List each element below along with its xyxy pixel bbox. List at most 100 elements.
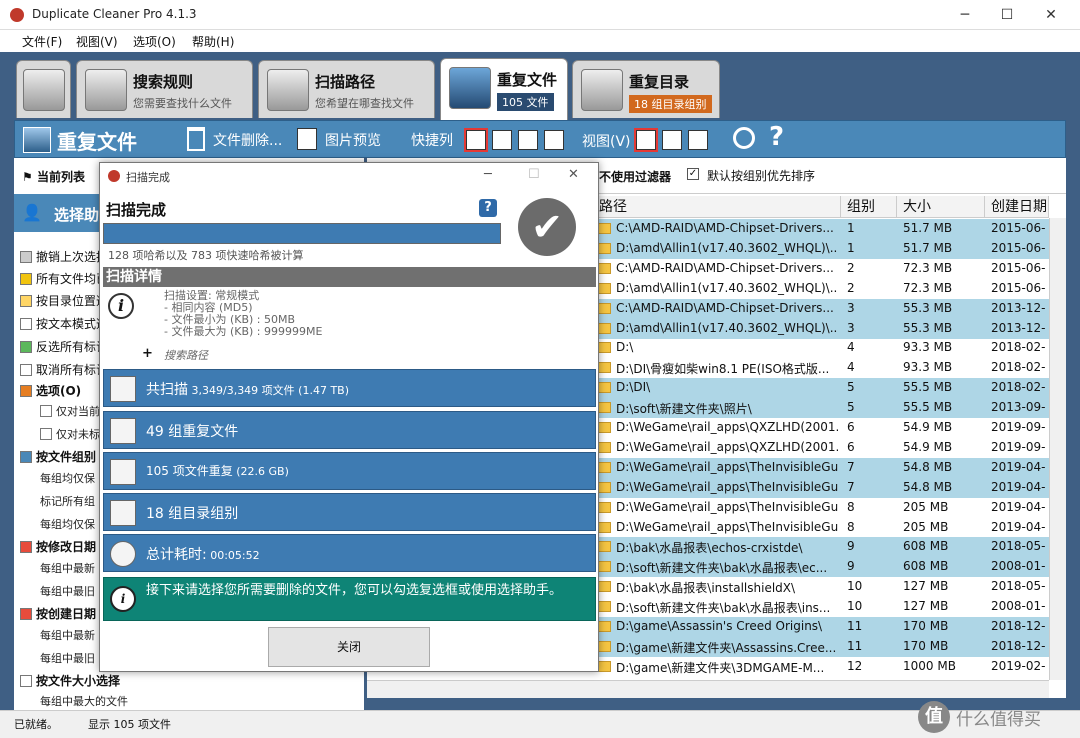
progress-text: 128 项哈希以及 783 项快速哈希被计算	[108, 249, 304, 262]
cell-size: 170 MB	[903, 638, 949, 653]
column-header-created[interactable]: 创建日期	[985, 196, 1049, 218]
column-header-size[interactable]: 大小	[897, 196, 985, 218]
all-files-item[interactable]: 所有文件均已	[20, 270, 108, 287]
cell-size: 54.8 MB	[903, 479, 953, 494]
cell-size: 608 MB	[903, 539, 949, 554]
dialog-close-icon[interactable]: ✕	[568, 167, 579, 182]
vertical-scrollbar[interactable]	[1049, 218, 1066, 680]
summary-text: 共扫描 3,349/3,349 项文件 (1.47 TB)	[146, 379, 349, 399]
undo-selection-item[interactable]: 撤销上次选择	[20, 248, 108, 265]
column-header-path[interactable]: 路径	[593, 196, 841, 218]
cell-date: 2019-02-	[991, 658, 1046, 673]
cell-size: 205 MB	[903, 519, 949, 534]
no-filter-label[interactable]: 不使用过滤器	[599, 168, 671, 185]
by-text-item[interactable]: 按文本模式选	[20, 315, 108, 332]
cell-path: D:\	[616, 340, 634, 355]
cell-group: 7	[847, 459, 855, 474]
options-item[interactable]: 选项(O)	[20, 382, 81, 399]
view-list-button[interactable]	[634, 128, 658, 152]
cell-size: 51.7 MB	[903, 240, 953, 255]
cell-path: C:\AMD-RAID\AMD-Chipset-Drivers...	[616, 260, 834, 275]
view-menu-label[interactable]: 视图(V)	[582, 131, 631, 151]
expand-plus-icon[interactable]: +	[142, 346, 153, 361]
column-header-group[interactable]: 组别	[841, 196, 897, 218]
menu-bar: 文件(F) 视图(V) 选项(O) 帮助(H)	[0, 30, 1080, 52]
item-label: 按文件组别	[36, 450, 97, 464]
calendar-icon	[20, 541, 32, 553]
by-created-date-item[interactable]: 按创建日期	[20, 605, 96, 622]
sub-item[interactable]: 每组均仅保	[40, 516, 95, 532]
checkbox[interactable]	[40, 428, 52, 440]
by-group-item[interactable]: 按文件组别	[20, 448, 96, 465]
quick-column-image-button[interactable]	[518, 130, 538, 150]
only-unmarked-checkbox[interactable]: 仅对未标	[40, 426, 100, 442]
image-preview-button[interactable]: 图片预览	[325, 130, 381, 150]
by-location-item[interactable]: 按目录位置选	[20, 292, 108, 309]
sort-by-group-checkbox[interactable]: ✓	[687, 168, 699, 180]
menu-options[interactable]: 选项(O)	[133, 33, 176, 50]
by-size-item[interactable]: 按文件大小选择	[20, 672, 120, 689]
sub-item[interactable]: 每组中最旧	[40, 583, 95, 599]
home-icon	[23, 69, 65, 111]
quick-column-grid-button[interactable]	[464, 128, 488, 152]
cell-size: 608 MB	[903, 559, 949, 574]
sub-item[interactable]: 每组均仅保	[40, 470, 95, 486]
sub-item[interactable]: 每组中最新	[40, 560, 95, 576]
search-paths-link[interactable]: 搜索路径	[164, 347, 208, 363]
item-label: 按目录位置选	[36, 294, 109, 308]
only-current-checkbox[interactable]: 仅对当前	[40, 403, 100, 419]
tab-search-rules[interactable]: 搜索规则 您需要查找什么文件	[76, 60, 253, 118]
cell-date: 2019-04-	[991, 519, 1046, 534]
search-icon[interactable]	[733, 127, 755, 149]
image-preview-icon	[297, 128, 317, 150]
scan-complete-dialog: 扫描完成 ─ ☐ ✕ 扫描完成 ? 128 项哈希以及 783 项快速哈希被计算…	[99, 162, 599, 672]
close-dialog-button[interactable]: 关闭	[268, 627, 430, 667]
dialog-maximize-button[interactable]: ☐	[528, 167, 540, 182]
dialog-minimize-button[interactable]: ─	[484, 167, 492, 182]
cell-path: D:\WeGame\rail_apps\TheInvisibleGu...	[616, 479, 838, 494]
help-button[interactable]: ?	[769, 122, 784, 152]
cell-date: 2019-04-	[991, 479, 1046, 494]
folder-icon	[597, 601, 611, 613]
info-icon: i	[108, 293, 134, 319]
cell-date: 2015-06-	[991, 240, 1046, 255]
sub-item[interactable]: 每组中最新	[40, 627, 95, 643]
folder-icon	[597, 621, 611, 632]
menu-view[interactable]: 视图(V)	[76, 33, 118, 50]
menu-file[interactable]: 文件(F)	[22, 33, 62, 50]
main-toolbar: 重复文件 文件删除... 图片预览 快捷列 视图(V) ?	[14, 120, 1066, 158]
view-thumbnails-button[interactable]	[688, 130, 708, 150]
maximize-button[interactable]: ☐	[992, 4, 1022, 26]
close-button[interactable]: ✕	[1036, 4, 1066, 26]
quick-column-music-button[interactable]	[544, 130, 564, 150]
clear-marks-item[interactable]: 取消所有标记	[20, 361, 108, 378]
options-icon	[20, 385, 32, 397]
cell-size: 93.3 MB	[903, 360, 953, 375]
cell-size: 54.9 MB	[903, 439, 953, 454]
help-icon[interactable]: ?	[479, 199, 497, 217]
tab-scan-paths[interactable]: 扫描路径 您希望在哪查找文件	[258, 60, 435, 118]
folder-icon	[597, 640, 611, 652]
cell-group: 3	[847, 300, 855, 315]
folder-icon	[597, 501, 611, 513]
cell-size: 54.8 MB	[903, 459, 953, 474]
sub-item[interactable]: 每组中最大的文件	[40, 693, 128, 709]
delete-files-button[interactable]: 文件删除...	[213, 130, 282, 150]
minimize-button[interactable]: ─	[950, 4, 980, 26]
sub-item[interactable]: 每组中最旧	[40, 650, 95, 666]
cell-group: 4	[847, 360, 855, 375]
window-title: Duplicate Cleaner Pro 4.1.3	[32, 7, 197, 21]
tab-duplicate-files[interactable]: 重复文件 105 文件	[440, 58, 568, 120]
cell-date: 2018-12-	[991, 638, 1046, 653]
sub-item[interactable]: 标记所有组	[40, 493, 95, 509]
invert-marks-item[interactable]: 反选所有标记	[20, 338, 108, 355]
menu-help[interactable]: 帮助(H)	[192, 33, 234, 50]
view-details-button[interactable]	[662, 130, 682, 150]
tab-duplicate-folders[interactable]: 重复目录 18 组目录组别	[572, 60, 720, 118]
cell-date: 2018-02-	[991, 380, 1046, 395]
tab-home[interactable]	[16, 60, 71, 118]
checkbox[interactable]	[40, 405, 52, 417]
quick-column-window-button[interactable]	[492, 130, 512, 150]
horizontal-scrollbar[interactable]	[367, 680, 1049, 698]
by-modified-date-item[interactable]: 按修改日期	[20, 538, 96, 555]
